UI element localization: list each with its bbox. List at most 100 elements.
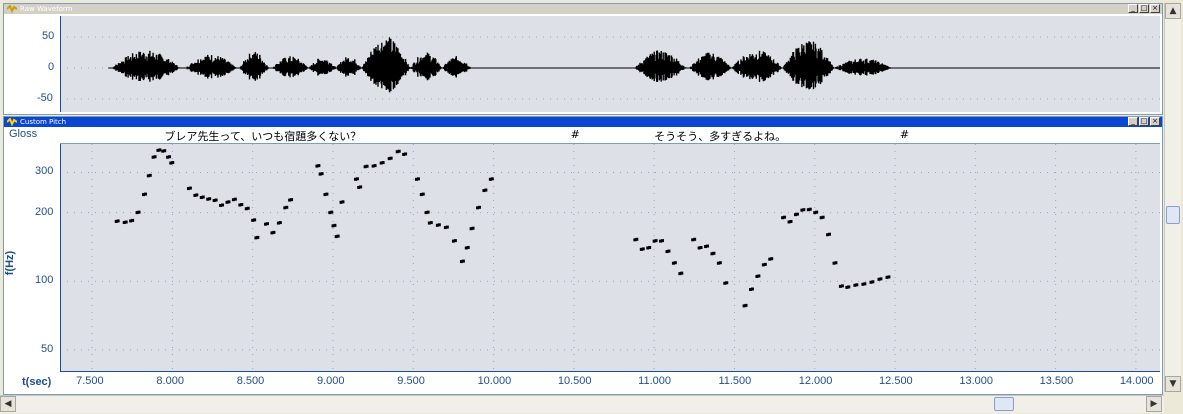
y-tick-label: 300 [35, 165, 54, 178]
x-tick-label: 8.500 [236, 375, 265, 387]
pitch-point [795, 212, 799, 216]
close-button[interactable]: × [1150, 4, 1160, 13]
scroll-up-button[interactable]: ▲ [1165, 3, 1181, 19]
pitch-point [285, 205, 289, 209]
waveform-plot[interactable] [60, 16, 1160, 112]
waveform-trace [111, 37, 892, 93]
waveform-y-tick-label: 0 [48, 61, 55, 73]
gloss-boundary[interactable]: # [571, 128, 580, 141]
x-tick-label: 10.500 [557, 375, 592, 387]
pitch-point [815, 210, 819, 214]
pitch-point [461, 259, 465, 263]
pitch-point [381, 161, 385, 165]
pitch-point [195, 193, 199, 197]
pitch-point [770, 257, 774, 261]
pitch-point [834, 261, 838, 265]
pitch-point [680, 271, 684, 275]
pitch-point [863, 282, 867, 286]
pitch-point [783, 215, 787, 219]
pitch-point [725, 281, 729, 285]
pitch-point [466, 245, 470, 249]
pitch-point [744, 303, 748, 307]
pitch-point [712, 251, 716, 255]
pitch-point [699, 245, 703, 249]
vertical-scroll-thumb[interactable] [1166, 206, 1180, 224]
waveform-app-icon [7, 5, 17, 13]
pitch-point [208, 197, 212, 201]
pitch-point [163, 149, 167, 153]
minimize-button[interactable]: _ [1128, 117, 1138, 126]
maximize-button[interactable]: □ [1139, 4, 1149, 13]
gloss-segment[interactable]: そうそう、多すぎるよね。 [654, 128, 786, 144]
x-tick-label: 13.500 [1039, 375, 1074, 387]
pitch-point [188, 186, 192, 190]
pitch-point [336, 234, 340, 238]
pitch-title: Custom Pitch [20, 118, 67, 126]
pitch-point [641, 247, 645, 251]
pitch-point [240, 203, 244, 207]
scroll-down-button[interactable]: ▼ [1165, 376, 1181, 392]
pitch-point [808, 207, 812, 211]
y-axis-title: f(Hz) [4, 250, 17, 276]
maximize-button[interactable]: □ [1139, 117, 1149, 126]
x-tick-label: 7.500 [76, 375, 104, 387]
x-tick-label: 9.000 [316, 375, 345, 387]
pitch-point [330, 210, 334, 214]
y-tick-label: 200 [35, 205, 54, 218]
pitch-point [404, 152, 408, 156]
x-tick-label: 10.000 [477, 375, 512, 387]
pitch-point [359, 185, 363, 189]
pitch-point [272, 230, 276, 234]
pitch-point [214, 198, 218, 202]
pitch-point [158, 148, 162, 152]
x-tick-label: 12.000 [798, 375, 833, 387]
pitch-point [116, 219, 120, 223]
pitch-point [124, 220, 128, 224]
minimize-button[interactable]: _ [1128, 4, 1138, 13]
pitch-point [635, 237, 639, 241]
pitch-plot[interactable] [60, 144, 1160, 372]
pitch-point [233, 197, 237, 201]
pitch-point [320, 172, 324, 176]
pitch-point [265, 222, 269, 226]
pitch-point [246, 206, 250, 210]
waveform-title: Raw Waveform [20, 5, 73, 13]
pitch-point [171, 161, 175, 165]
pitch-app-icon [7, 118, 17, 126]
pitch-point [718, 261, 722, 265]
pitch-point [421, 192, 425, 196]
pitch-point [654, 239, 658, 243]
y-tick-label: 50 [41, 342, 54, 355]
pitch-point [445, 225, 449, 229]
gloss-label: Gloss [9, 128, 38, 140]
horizontal-scroll-thumb[interactable] [994, 397, 1014, 411]
gloss-boundary[interactable]: # [900, 128, 909, 141]
pitch-point [828, 232, 832, 236]
pitch-point [490, 177, 494, 181]
x-tick-label: 14.000 [1119, 375, 1154, 387]
vertical-scrollbar[interactable]: ▲ ▼ [1164, 3, 1181, 392]
pitch-titlebar[interactable]: Custom Pitch _ □ × [4, 117, 1162, 127]
waveform-titlebar[interactable]: Raw Waveform _ □ × [4, 4, 1162, 14]
pitch-point [879, 277, 883, 281]
pitch-point [290, 198, 294, 202]
pitch-point [341, 200, 345, 204]
pitch-point [705, 244, 709, 248]
pitch-point [855, 283, 859, 287]
waveform-pane: Raw Waveform _ □ × 50 0 -50 [3, 3, 1163, 115]
scroll-right-button[interactable]: ▶ [1146, 396, 1162, 412]
pitch-point [673, 261, 677, 265]
pitch-point [143, 192, 147, 196]
close-button[interactable]: × [1150, 117, 1160, 126]
x-tick-label: 11.500 [718, 375, 752, 387]
pitch-point [325, 192, 329, 196]
scroll-left-button[interactable]: ◀ [0, 396, 16, 412]
gloss-segment[interactable]: ブレア先生って、いつも宿題多くない？ [164, 128, 361, 144]
pitch-point [484, 188, 488, 192]
gloss-row[interactable]: ブレア先生って、いつも宿題多くない？ # そうそう、多すぎるよね。 # [60, 128, 1160, 144]
pitch-point [148, 173, 152, 177]
pitch-point [256, 235, 260, 239]
horizontal-scrollbar[interactable]: ◀ ▶ [0, 395, 1164, 413]
pitch-point [789, 219, 793, 223]
pitch-point [416, 177, 420, 181]
